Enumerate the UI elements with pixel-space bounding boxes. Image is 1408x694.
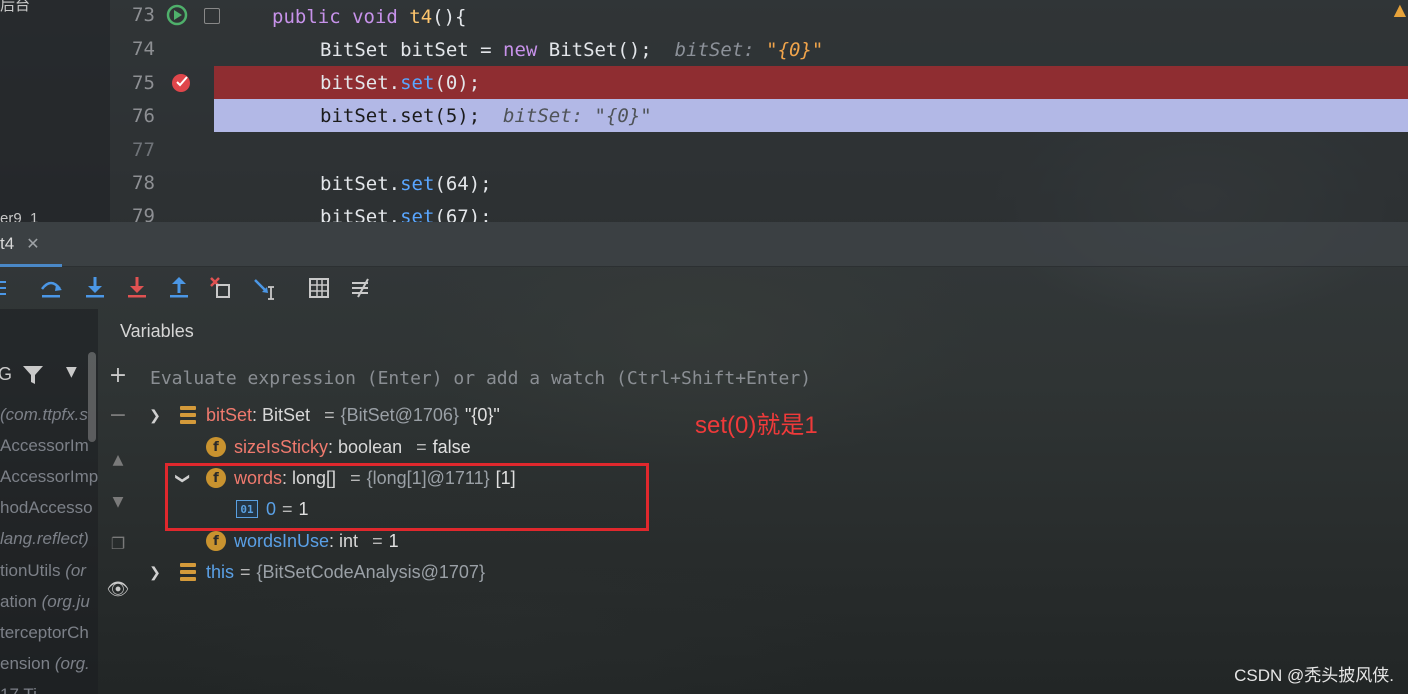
object-icon <box>180 563 196 581</box>
step-out-icon[interactable] <box>166 275 192 301</box>
field-icon: f <box>206 437 226 457</box>
frame-item[interactable]: lang.reflect) <box>0 529 89 549</box>
run-gutter-icon[interactable] <box>166 4 188 30</box>
code-line: bitSet.set(64); <box>214 167 1408 200</box>
tab-label: t4 <box>0 234 15 253</box>
line-number: 75 <box>132 72 155 94</box>
frames-panel[interactable]: G ▼ (com.ttpfx.s AccessorIm AccessorImp … <box>0 309 98 694</box>
frame-item[interactable]: hodAccesso <box>0 498 93 518</box>
variable-name: this <box>206 561 235 582</box>
frame-item[interactable]: ation (org.ju <box>0 592 90 612</box>
code-editor[interactable]: 后台 er9_1 73 public void t4(){ 74 BitSet … <box>0 0 1408 222</box>
inline-debug-hint: bitSet: <box>480 105 595 127</box>
add-watch-icon[interactable]: + <box>106 364 130 388</box>
line-number: 79 <box>132 205 155 222</box>
menu-icon[interactable] <box>0 275 18 301</box>
line-number: 77 <box>132 139 155 161</box>
move-up-icon[interactable]: ▲ <box>106 448 130 472</box>
inline-debug-value: "{0}" <box>594 105 652 127</box>
highlight-box <box>165 463 649 531</box>
remove-watch-icon[interactable]: − <box>106 404 130 428</box>
frame-item[interactable]: AccessorImp <box>0 467 98 487</box>
eye-icon[interactable]: 👁 <box>106 578 130 602</box>
equals-sign: = <box>416 436 427 457</box>
debug-tab-bar: t4 ✕ <box>0 222 1408 267</box>
code-text: public void t4(){ <box>272 6 467 28</box>
variable-type: : int <box>329 530 359 551</box>
annotation-text: set(0)就是1 <box>695 412 818 439</box>
object-icon <box>180 406 196 424</box>
variable-name: wordsInUse <box>234 530 330 551</box>
variable-type: : BitSet <box>252 404 311 425</box>
variable-row-bitset[interactable]: ❯ bitSet : BitSet = {BitSet@1706} "{0}" <box>144 400 500 430</box>
field-icon: f <box>206 531 226 551</box>
warning-icon[interactable]: ▲ <box>1394 0 1406 19</box>
equals-sign: = <box>240 561 251 582</box>
equals-sign: = <box>372 530 383 551</box>
variables-header: Variables <box>98 312 1408 352</box>
code-text: bitSet.set(67); <box>320 206 492 222</box>
step-over-icon[interactable] <box>38 275 64 301</box>
breakpoint-icon[interactable] <box>170 71 192 97</box>
project-panel-edge: 后台 er9_1 <box>0 0 110 222</box>
inline-debug-hint: bitSet: <box>651 39 767 61</box>
watermark: CSDN @秃头披风侠. <box>1234 666 1394 685</box>
project-label-fragment: er9_1 <box>0 210 39 222</box>
code-text: BitSet bitSet = new BitSet(); bitSet: "{… <box>320 39 824 61</box>
frames-filter-row: G ▼ <box>0 362 98 392</box>
variable-value: false <box>432 436 471 457</box>
debug-toolbar <box>0 267 1408 309</box>
chevron-down-icon[interactable]: ▼ <box>66 364 77 380</box>
run-to-cursor-icon[interactable] <box>252 275 278 301</box>
tab-t4[interactable]: t4 ✕ <box>0 222 62 266</box>
code-text: bitSet.set(5); bitSet: "{0}" <box>320 105 652 127</box>
variables-title: Variables <box>120 321 194 341</box>
code-line: public void t4(){ <box>214 0 1408 33</box>
chevron-right-icon[interactable]: ❯ <box>144 564 166 581</box>
frame-item[interactable]: (com.ttpfx.s <box>0 405 88 425</box>
move-down-icon[interactable]: ▼ <box>106 490 130 514</box>
frame-item[interactable]: terceptorCh <box>0 623 89 643</box>
frame-item[interactable]: AccessorIm <box>0 436 89 456</box>
frame-item[interactable]: ension (org. <box>0 654 90 674</box>
frame-item[interactable]: 17 Ti <box>0 685 37 694</box>
evaluate-expression-icon[interactable] <box>306 275 332 301</box>
inline-debug-value: "{0}" <box>766 39 824 61</box>
code-text: bitSet.set(0); <box>320 72 481 94</box>
thread-selector-fragment[interactable]: G <box>0 364 12 385</box>
code-line: BitSet bitSet = new BitSet(); bitSet: "{… <box>214 33 1408 66</box>
code-text: bitSet.set(64); <box>320 173 492 195</box>
frame-item[interactable]: tionUtils (or <box>0 561 86 581</box>
watch-expression-input[interactable] <box>148 362 912 394</box>
breakpoint-line: bitSet.set(0); <box>214 66 1408 99</box>
execution-line: bitSet.set(5); bitSet: "{0}" <box>214 99 1408 132</box>
line-number: 78 <box>132 172 155 194</box>
duplicate-watch-icon[interactable]: ❐ <box>106 532 130 556</box>
variable-row-this[interactable]: ❯ this = {BitSetCodeAnalysis@1707} <box>144 557 485 587</box>
project-label-fragment: 后台 <box>0 0 31 14</box>
variable-value: 1 <box>388 530 399 551</box>
drop-frame-icon[interactable] <box>208 275 234 301</box>
force-step-into-icon[interactable] <box>124 275 150 301</box>
variables-side-toolbar: + − ▲ ▼ ❐ 👁 <box>98 352 138 694</box>
variable-value: "{0}" <box>464 404 500 425</box>
variable-name: bitSet <box>206 404 253 425</box>
step-into-icon[interactable] <box>82 275 108 301</box>
equals-sign: = <box>324 404 335 425</box>
frames-scrollbar[interactable] <box>88 352 96 442</box>
variable-row-sizeIsSticky[interactable]: f sizeIsSticky : boolean = false <box>206 432 471 462</box>
variable-type: : boolean <box>328 436 403 457</box>
close-icon[interactable]: ✕ <box>26 234 39 254</box>
code-line: bitSet.set(67); <box>214 200 1408 222</box>
filter-icon[interactable] <box>22 364 44 390</box>
line-number: 74 <box>132 38 155 60</box>
trace-icon[interactable] <box>350 275 376 301</box>
variable-ref: {BitSetCodeAnalysis@1707} <box>256 561 485 582</box>
chevron-down-icon[interactable]: ❯ <box>144 407 166 424</box>
line-number: 76 <box>132 105 155 127</box>
variable-name: sizeIsSticky <box>234 436 329 457</box>
variable-ref: {BitSet@1706} <box>340 404 459 425</box>
